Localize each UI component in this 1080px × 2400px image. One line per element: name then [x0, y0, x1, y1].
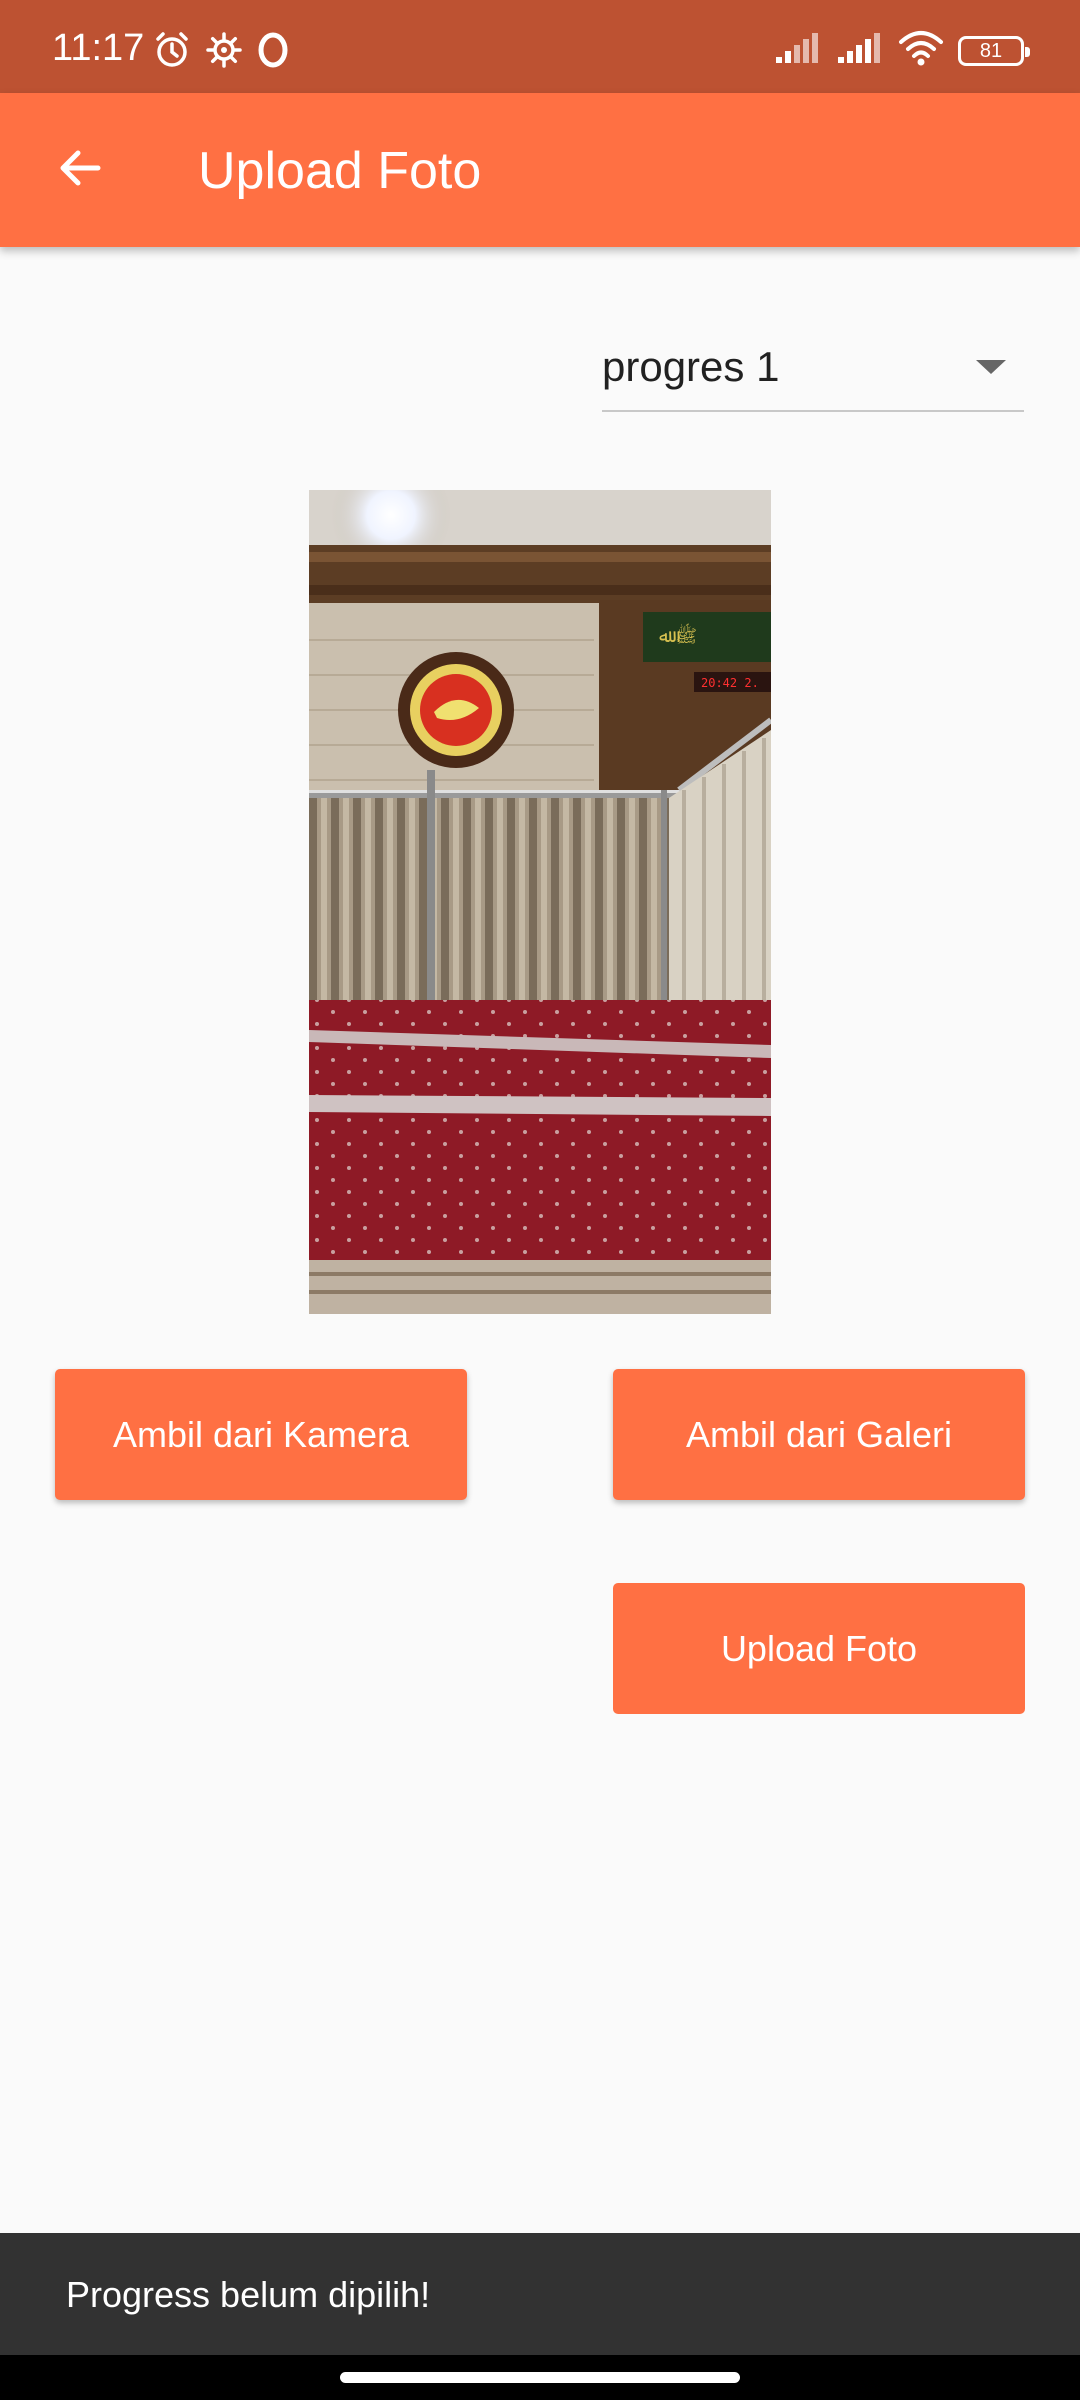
app-bar: Upload Foto [0, 93, 1080, 247]
opera-icon [256, 30, 290, 75]
status-bar: 11:17 81 [0, 0, 1080, 93]
wifi-icon [898, 30, 944, 71]
battery-level: 81 [979, 39, 1003, 62]
signal-icon [774, 31, 822, 70]
dropdown-arrow-icon [976, 360, 1006, 374]
settings-gear-icon [204, 30, 244, 75]
status-icons-right: 81 [774, 30, 1030, 71]
home-indicator[interactable] [340, 2372, 740, 2383]
battery-icon: 81 [958, 35, 1030, 66]
gallery-button[interactable]: Ambil dari Galeri [613, 1369, 1025, 1500]
status-icons-left [152, 30, 290, 75]
snackbar: Progress belum dipilih! [0, 2233, 1080, 2355]
snackbar-message: Progress belum dipilih! [66, 2274, 431, 2315]
svg-text:20:42 2.: 20:42 2. [701, 676, 759, 690]
dropdown-selected-value: progres 1 [602, 343, 780, 390]
arrow-back-icon [54, 142, 106, 199]
alarm-icon [152, 30, 192, 75]
progress-dropdown[interactable]: progres 1 [602, 330, 1024, 412]
status-time: 11:17 [52, 27, 145, 69]
svg-text:ﷺ ﷲ: ﷺ ﷲ [659, 623, 697, 647]
photo-preview: ﷺ ﷲ 20:42 2. [309, 490, 771, 1314]
signal-icon [836, 31, 884, 70]
back-button[interactable] [40, 130, 120, 210]
navigation-bar [0, 2355, 1080, 2400]
camera-button[interactable]: Ambil dari Kamera [55, 1369, 467, 1500]
page-title: Upload Foto [198, 142, 482, 200]
photo-preview-image: ﷺ ﷲ 20:42 2. [309, 490, 771, 1314]
upload-photo-button[interactable]: Upload Foto [613, 1583, 1025, 1714]
